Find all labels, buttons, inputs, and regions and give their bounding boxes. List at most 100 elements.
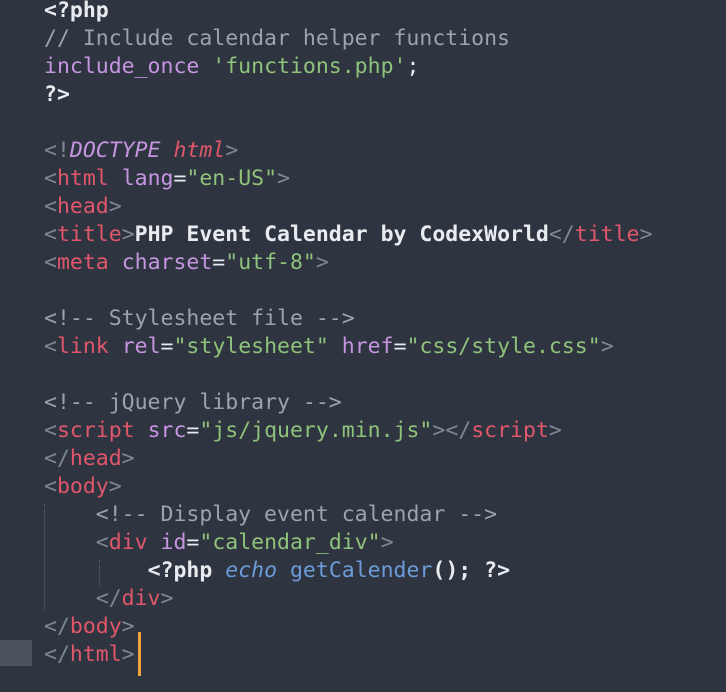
- code-token: <: [44, 334, 57, 359]
- code-token: include_once: [44, 54, 200, 79]
- code-token: <!: [44, 138, 70, 163]
- code-token: <: [44, 418, 57, 443]
- code-token: body: [56, 474, 109, 499]
- code-line[interactable]: <!-- jQuery library -->: [44, 389, 342, 417]
- code-token: div: [121, 586, 161, 611]
- code-line[interactable]: ?>: [44, 81, 70, 109]
- code-token: head: [69, 446, 122, 471]
- code-line[interactable]: </head>: [44, 445, 135, 473]
- code-line[interactable]: <head>: [44, 193, 122, 221]
- code-line[interactable]: <div id="calendar_div">: [44, 529, 394, 557]
- code-line[interactable]: <script src="js/jquery.min.js"></script>: [44, 417, 562, 445]
- code-token: >: [277, 166, 290, 191]
- code-token: lang: [121, 166, 174, 191]
- code-token: =: [173, 166, 187, 191]
- code-token: title: [56, 222, 122, 247]
- code-token: script: [471, 418, 549, 443]
- code-token: >: [600, 334, 614, 359]
- code-line[interactable]: <title>PHP Event Calendar by CodexWorld<…: [44, 221, 652, 249]
- code-token: =: [186, 530, 200, 555]
- code-token: html: [69, 642, 122, 667]
- code-token: >: [121, 642, 135, 667]
- code-token: >: [121, 614, 135, 639]
- code-token: =: [212, 250, 226, 275]
- indent-guide: [99, 560, 100, 586]
- code-token: </: [548, 222, 575, 247]
- code-line[interactable]: </div>: [44, 585, 174, 613]
- code-token: <!-- Stylesheet file -->: [44, 306, 355, 331]
- code-token: </: [44, 642, 70, 667]
- code-token: charset: [121, 250, 213, 275]
- code-token: <!-- jQuery library -->: [44, 390, 342, 415]
- code-token: html: [173, 138, 226, 163]
- code-token: "utf-8": [225, 250, 316, 275]
- code-token: "calendar_div": [199, 530, 381, 555]
- code-token: meta: [56, 250, 109, 275]
- code-token: rel: [121, 334, 161, 359]
- code-token: ;: [406, 54, 420, 79]
- code-token: link: [56, 334, 109, 359]
- code-token: getCalender: [289, 558, 433, 583]
- code-token: >: [108, 194, 122, 219]
- code-line[interactable]: </html>: [44, 641, 135, 669]
- code-token: echo: [225, 558, 278, 583]
- code-line[interactable]: <!DOCTYPE html>: [44, 137, 238, 165]
- code-line[interactable]: <html lang="en-US">: [44, 165, 290, 193]
- code-token: =: [160, 334, 174, 359]
- code-token: =: [186, 418, 200, 443]
- code-token: <: [44, 222, 57, 247]
- code-line[interactable]: <!-- Stylesheet file -->: [44, 305, 355, 333]
- code-token: <?php: [44, 0, 109, 23]
- code-token: </: [95, 586, 122, 611]
- code-token: title: [574, 222, 640, 247]
- code-token: 'functions.php': [212, 54, 407, 79]
- code-token: >: [639, 222, 653, 247]
- code-token: <!-- Display event calendar -->: [95, 502, 498, 527]
- code-token: <: [44, 194, 57, 219]
- code-token: ?>: [44, 82, 70, 107]
- code-token: </: [44, 614, 70, 639]
- code-token: ?>: [484, 558, 511, 583]
- code-line[interactable]: </body>: [44, 613, 135, 641]
- current-line-gutter-marker: [0, 640, 32, 666]
- code-token: html: [56, 166, 109, 191]
- code-line[interactable]: <?php: [44, 0, 109, 25]
- code-token: ();: [432, 558, 485, 583]
- code-token: >: [315, 250, 329, 275]
- code-token: >: [548, 418, 562, 443]
- code-token: src: [147, 418, 187, 443]
- code-token: =: [393, 334, 407, 359]
- code-token: <?php: [147, 558, 213, 583]
- code-line[interactable]: <body>: [44, 473, 122, 501]
- code-line[interactable]: include_once 'functions.php';: [44, 53, 419, 81]
- code-line[interactable]: // Include calendar helper functions: [44, 25, 510, 53]
- code-token: >: [121, 446, 135, 471]
- code-line[interactable]: <meta charset="utf-8">: [44, 249, 329, 277]
- code-token: >: [380, 530, 394, 555]
- code-line[interactable]: <!-- Display event calendar -->: [44, 501, 497, 529]
- code-token: "en-US": [186, 166, 278, 191]
- code-line[interactable]: <link rel="stylesheet" href="css/style.c…: [44, 333, 614, 361]
- code-token: </: [44, 446, 70, 471]
- code-line[interactable]: <?php echo getCalender(); ?>: [44, 557, 510, 585]
- code-token: ></: [432, 418, 472, 443]
- code-token: "js/jquery.min.js": [199, 418, 433, 443]
- indent-guide: [44, 504, 45, 610]
- code-token: >: [225, 138, 239, 163]
- code-token: PHP Event Calendar by CodexWorld: [134, 222, 549, 247]
- code-editor[interactable]: <?php // Include calendar helper function…: [0, 0, 726, 692]
- code-token: <: [44, 474, 57, 499]
